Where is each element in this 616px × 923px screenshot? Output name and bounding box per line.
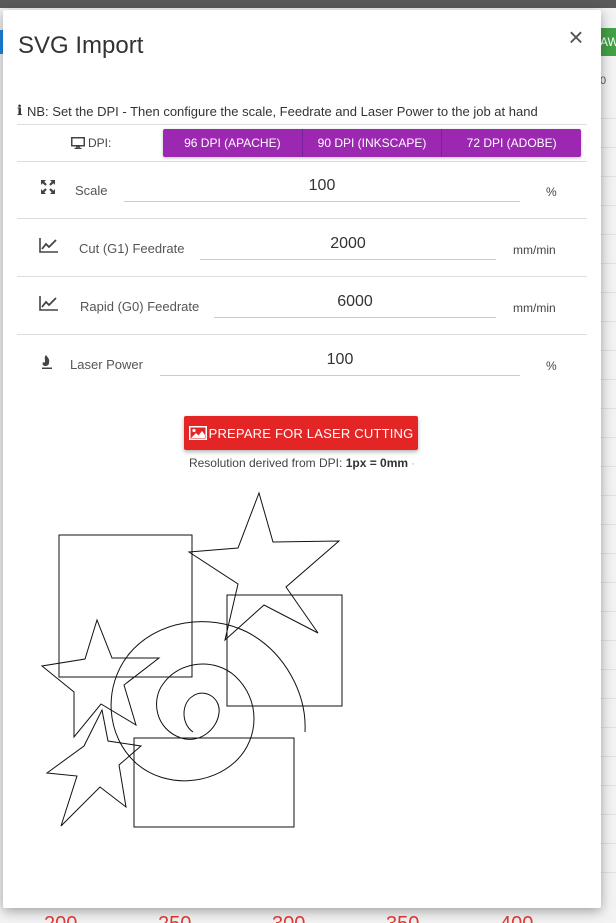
preview-rectangle bbox=[226, 594, 343, 707]
resolution-prefix: Resolution derived from DPI: bbox=[188, 456, 343, 470]
dpi-90-inkscape-button[interactable]: 90 DPI (INKSCAPE) bbox=[302, 129, 443, 157]
preview-star bbox=[45, 708, 143, 827]
preview-rectangle bbox=[133, 737, 295, 828]
dpi-button-group: 96 DPI (APACHE) 90 DPI (INKSCAPE) 72 DPI… bbox=[163, 129, 581, 157]
rapid-feedrate-row: Rapid (G0) Feedrate mm/min bbox=[17, 277, 587, 335]
dpi-note: i NB: Set the DPI - Then configure the s… bbox=[17, 103, 587, 119]
rapid-feedrate-input[interactable] bbox=[214, 287, 496, 318]
cut-feedrate-row: Cut (G1) Feedrate mm/min bbox=[17, 219, 587, 277]
laser-power-input[interactable] bbox=[160, 345, 520, 376]
dpi-label: DPI: bbox=[71, 136, 111, 150]
background-table-lines bbox=[600, 90, 616, 890]
background-right-button: AW bbox=[600, 28, 616, 56]
preview-star bbox=[187, 491, 341, 642]
cut-feedrate-unit: mm/min bbox=[513, 243, 556, 257]
axis-number: 250 bbox=[158, 914, 191, 923]
dpi-label-text: DPI: bbox=[88, 136, 112, 150]
app-top-bar bbox=[0, 0, 616, 8]
axis-number: 400 bbox=[500, 914, 533, 923]
laser-power-row: Laser Power % bbox=[17, 335, 587, 392]
resolution-value: 1px = 0mm bbox=[345, 456, 409, 470]
rapid-feedrate-label: Rapid (G0) Feedrate bbox=[80, 299, 200, 314]
axis-number: 300 bbox=[272, 914, 305, 923]
rapid-feedrate-unit: mm/min bbox=[513, 301, 556, 315]
svg-import-dialog: SVG Import × i NB: Set the DPI - Then co… bbox=[3, 10, 601, 908]
status-dot-icon: · bbox=[411, 456, 416, 470]
prepare-laser-cutting-button[interactable]: PREPARE FOR LASER CUTTING bbox=[184, 416, 418, 450]
monitor-icon bbox=[71, 137, 85, 149]
axis-number: 200 bbox=[44, 914, 77, 923]
laser-power-unit: % bbox=[546, 359, 557, 373]
dialog-title: SVG Import bbox=[18, 32, 144, 59]
cut-feedrate-input[interactable] bbox=[200, 229, 496, 260]
cut-feedrate-label: Cut (G1) Feedrate bbox=[79, 241, 185, 256]
line-chart-icon bbox=[39, 238, 58, 253]
scale-input[interactable] bbox=[124, 171, 520, 202]
resolution-text: Resolution derived from DPI: 1px = 0mm · bbox=[3, 456, 601, 470]
line-chart-icon bbox=[39, 296, 58, 311]
expand-icon bbox=[41, 180, 55, 194]
dpi-72-adobe-button[interactable]: 72 DPI (ADOBE) bbox=[442, 129, 581, 157]
close-button[interactable]: × bbox=[565, 24, 587, 50]
scale-unit: % bbox=[546, 185, 557, 199]
scale-label: Scale bbox=[75, 183, 108, 198]
image-icon bbox=[188, 426, 207, 440]
scale-row: Scale % bbox=[17, 161, 587, 219]
info-icon: i bbox=[17, 103, 23, 119]
svg-preview bbox=[40, 491, 343, 828]
prepare-button-label: PREPARE FOR LASER CUTTING bbox=[208, 425, 414, 441]
preview-spiral bbox=[110, 621, 306, 782]
preview-rectangle bbox=[58, 534, 193, 678]
dpi-row: DPI: 96 DPI (APACHE) 90 DPI (INKSCAPE) 7… bbox=[17, 124, 587, 162]
fire-icon bbox=[42, 355, 52, 369]
note-text: NB: Set the DPI - Then configure the sca… bbox=[27, 103, 538, 119]
dpi-96-apache-button[interactable]: 96 DPI (APACHE) bbox=[163, 129, 303, 157]
preview-star bbox=[40, 618, 161, 739]
laser-power-label: Laser Power bbox=[70, 357, 143, 372]
background-axis-numbers: 200 250 300 350 400 bbox=[0, 910, 616, 923]
axis-number: 350 bbox=[386, 914, 419, 923]
